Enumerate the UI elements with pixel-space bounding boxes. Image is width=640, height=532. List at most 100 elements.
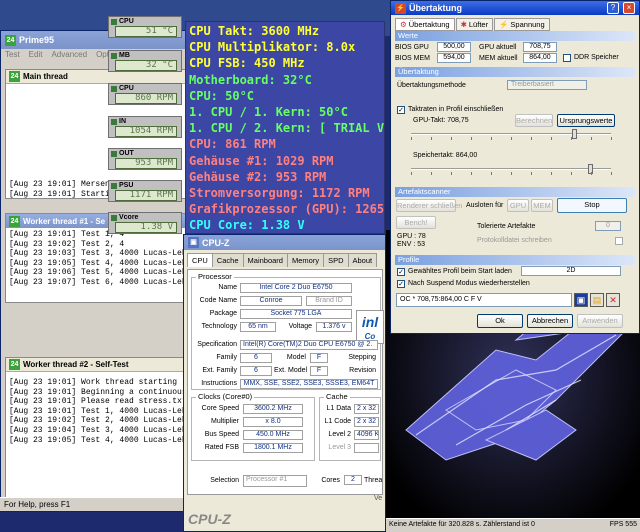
worker2-title-bar[interactable]: 24 Worker thread #2 - Self-Test <box>6 358 188 372</box>
include-clocks-label: Taktraten in Profil einschließen <box>408 106 504 113</box>
env-temp: ENV : 53 <box>397 241 426 248</box>
extfamily-label: Ext. Family <box>202 367 237 374</box>
tab-spannung[interactable]: ⚡ Spannung <box>494 18 550 31</box>
sensor-icon <box>111 215 117 221</box>
revision-label: Revision <box>349 367 376 374</box>
bench-button[interactable]: Bench! <box>396 216 436 229</box>
ursprungswerte-button[interactable]: Ursprungswerte <box>557 114 615 127</box>
apply-button[interactable]: Anwenden <box>577 314 623 328</box>
berechnen-button[interactable]: Berechnen <box>515 114 553 127</box>
include-clocks-checkbox[interactable]: ✓ <box>397 106 405 114</box>
mem-aktuell-label: MEM aktuell <box>479 55 518 62</box>
level3-value <box>354 443 379 453</box>
log-line: [Aug 23 19:01] Work thread starting <box>9 378 178 387</box>
intel-logo: inl Co <box>356 310 384 344</box>
load-profile-checkbox[interactable]: ✓ <box>397 268 405 276</box>
werte-section-header: Werte <box>395 31 635 41</box>
close-icon[interactable]: × <box>623 2 635 14</box>
protocol-checkbox[interactable] <box>615 237 623 245</box>
profile-section-header: Profile <box>395 255 635 265</box>
thread-icon: 24 <box>9 359 20 370</box>
extfamily-value: 6 <box>240 366 272 376</box>
tab-spd[interactable]: SPD <box>323 253 349 267</box>
gadget-cpu-temp[interactable]: CPU 51 °C <box>108 16 182 38</box>
gadget-out-fan[interactable]: OUT 953 RPM <box>108 148 182 170</box>
processor-select[interactable]: Processor #1 <box>243 475 307 487</box>
menu-test[interactable]: Test <box>5 50 20 61</box>
ok-button[interactable]: Ok <box>477 314 523 328</box>
menu-advanced[interactable]: Advanced <box>51 50 87 61</box>
menu-edit[interactable]: Edit <box>29 50 43 61</box>
bios-gpu-label: BIOS GPU <box>395 44 429 51</box>
restore-checkbox[interactable]: ✓ <box>397 280 405 288</box>
family-value: 6 <box>240 353 272 363</box>
tab-cache[interactable]: Cache <box>211 253 244 267</box>
save-icon[interactable]: ▣ <box>574 293 588 307</box>
gpu-clock-slider-track[interactable] <box>411 133 611 135</box>
ausloten-label: Ausloten für <box>466 202 504 209</box>
tab-memory[interactable]: Memory <box>286 253 325 267</box>
slider-tick <box>431 137 432 140</box>
cpuz-version: Ve <box>374 495 383 502</box>
cpuz-app-icon: ▣ <box>188 237 199 248</box>
tab-uebertaktung[interactable]: ⚙ Übertaktung <box>395 18 455 31</box>
l1code-label: L1 Code <box>324 418 351 425</box>
cpuz-title-bar[interactable]: ▣ CPU-Z <box>184 235 385 250</box>
gadget-vcore[interactable]: Vcore 1.38 V <box>108 212 182 234</box>
method-select[interactable]: Treiberbasiert <box>507 80 587 90</box>
help-icon[interactable]: ? <box>607 2 619 14</box>
osd-line: CPU Core: 1.38 V <box>189 218 305 233</box>
gadget-label: IN <box>119 118 126 125</box>
tolerated-value[interactable]: 0 <box>595 221 621 231</box>
gadget-value: 1.38 V <box>115 222 177 233</box>
bios-mem-value: 594,00 <box>437 53 471 63</box>
ratedfsb-value: 1800.1 MHz <box>243 443 303 453</box>
tab-mainboard[interactable]: Mainboard <box>242 253 288 267</box>
corespeed-label: Core Speed <box>201 405 239 412</box>
tab-cpu[interactable]: CPU <box>187 253 213 267</box>
osd-line: 1. CPU / 2. Kern: [ TRIAL VER <box>189 121 385 136</box>
scanner-status-bar: Keine Artefakte für 320.828 s. Zählersta… <box>386 518 640 532</box>
gadget-label: MB <box>119 52 130 59</box>
log-line: [Aug 23 19:01] Please read stress.txt. C… <box>9 397 189 407</box>
ddr-checkbox[interactable] <box>563 54 571 62</box>
gpu-clock-slider-thumb[interactable] <box>572 129 577 139</box>
gadget-mb-temp[interactable]: MB 32 °C <box>108 50 182 72</box>
specification-label: Specification <box>197 341 237 348</box>
cancel-button[interactable]: Abbrechen <box>527 314 573 328</box>
main-thread-title-bar[interactable]: 24 Main thread <box>6 70 188 84</box>
profile-select[interactable]: OC * 708,75:864,00 C F V <box>396 293 572 307</box>
bios-mem-label: BIOS MEM <box>395 55 431 62</box>
tab-label: Lüfter <box>468 20 489 29</box>
slider-tick <box>551 137 552 140</box>
tab-label: Übertaktung <box>408 20 450 29</box>
worker2-window[interactable]: 24 Worker thread #2 - Self-Test [Aug 23 … <box>5 357 189 507</box>
open-folder-icon[interactable]: ▤ <box>590 293 604 307</box>
slider-tick <box>591 137 592 140</box>
overclock-title: Übertaktung <box>409 3 463 13</box>
gadget-cpu-fan[interactable]: CPU 860 RPM <box>108 83 182 105</box>
renderer-close-button[interactable]: Renderer schließen <box>396 199 462 212</box>
protocol-label: Protokolldatei schreiben <box>477 237 552 244</box>
extmodel-value: F <box>310 366 328 376</box>
slider-tick <box>451 137 452 140</box>
sensor-icon <box>111 19 117 25</box>
slider-tick <box>411 137 412 140</box>
model-value: F <box>310 353 328 363</box>
profile-mode-select[interactable]: 2D <box>521 266 621 276</box>
stop-button[interactable]: Stop <box>557 198 627 213</box>
method-label: Übertaktungsmethode <box>397 82 466 89</box>
mem-clock-slider-track[interactable] <box>411 168 611 170</box>
gpu-scan-button[interactable]: GPU <box>507 199 529 212</box>
overclock-window[interactable]: ⚡ Übertaktung ? × ⚙ Übertaktung ✱ Lüfter ⚡… <box>390 0 640 334</box>
gadget-psu-fan[interactable]: PSU 1171 RPM <box>108 180 182 202</box>
overclock-title-bar[interactable]: ⚡ Übertaktung <box>391 1 639 15</box>
delete-icon[interactable]: ✕ <box>606 293 620 307</box>
osd-line: Gehäuse #2: 953 RPM <box>189 169 327 184</box>
cpuz-window[interactable]: ▣ CPU-Z CPU Cache Mainboard Memory SPD A… <box>183 234 386 532</box>
tab-about[interactable]: About <box>347 253 378 267</box>
name-value: Intel Core 2 Duo E6750 <box>240 283 352 293</box>
gadget-in-fan[interactable]: IN 1054 RPM <box>108 116 182 138</box>
tab-luefter[interactable]: ✱ Lüfter <box>455 18 494 31</box>
mem-scan-button[interactable]: MEM <box>531 199 553 212</box>
